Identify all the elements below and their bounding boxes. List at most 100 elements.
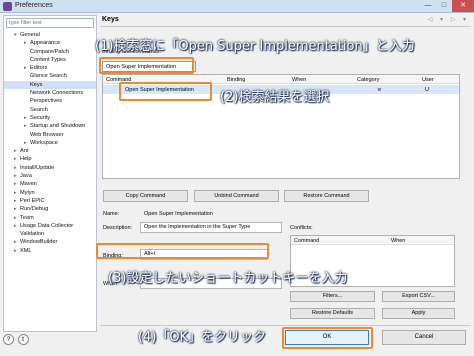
export-csv-button[interactable]: Export CSV... <box>382 291 455 302</box>
history-nav-icons[interactable]: ◁ ▾ ▷ ▾ <box>428 16 469 23</box>
sidebar-item-label: Workspace <box>30 139 58 146</box>
sidebar-item-label: Java <box>20 173 32 180</box>
sidebar-item-security[interactable]: ▸ Security <box>4 114 96 122</box>
annotation-box-binding <box>96 243 269 259</box>
window-titlebar: Preferences — □ ✕ <box>0 0 474 13</box>
column-header-user[interactable]: User <box>422 77 434 83</box>
sidebar-item-install-update[interactable]: ▸ Install/Update <box>4 164 96 172</box>
restore-defaults-button[interactable]: Restore Defaults <box>290 308 375 319</box>
help-icon[interactable]: ? <box>3 334 14 345</box>
sidebar-item-label: Ant <box>20 148 29 155</box>
copy-command-button[interactable]: Copy Command <box>103 190 188 202</box>
annotation-box-result <box>119 82 212 101</box>
sidebar-item-editors[interactable]: ▸ Editors <box>4 64 96 72</box>
window-title: Preferences <box>15 2 53 9</box>
sidebar-item-label: WindowBuilder <box>20 239 58 246</box>
name-value: Open Super Implementation <box>144 211 213 217</box>
row-user: U <box>425 86 429 93</box>
sidebar-item-web-browser[interactable]: Web Browser <box>4 131 96 139</box>
sidebar-item-label: Maven <box>20 181 37 188</box>
sidebar-item-help[interactable]: ▸ Help <box>4 155 96 163</box>
sidebar-item-label: Perl EPIC <box>20 197 45 204</box>
sidebar-item-ant[interactable]: ▸ Ant <box>4 147 96 155</box>
filter-input[interactable] <box>6 18 94 28</box>
column-header-when[interactable]: When <box>292 77 306 83</box>
sidebar-item-label: Usage Data Collector <box>20 222 74 229</box>
conflicts-label: Conflicts: <box>290 225 313 231</box>
sidebar-item-windowbuilder[interactable]: ▸ WindowBuilder <box>4 238 96 246</box>
sidebar-item-label: Glance Search <box>30 73 68 80</box>
sidebar-item-content-types[interactable]: Content Types <box>4 56 96 64</box>
sidebar-item-workspace[interactable]: ▸ Workspace <box>4 139 96 147</box>
sidebar-item-startup-and-shutdown[interactable]: ▸ Startup and Shutdown <box>4 122 96 130</box>
sidebar-item-label: Startup and Shutdown <box>30 123 86 130</box>
sidebar-item-label: Validation <box>20 231 45 238</box>
sidebar-item-label: Appearance <box>30 40 61 47</box>
sidebar-item-network-connections[interactable]: Network Connections <box>4 89 96 97</box>
name-label: Name: <box>103 211 120 217</box>
column-header-binding[interactable]: Binding <box>227 77 245 83</box>
sidebar-item-label: Team <box>20 214 34 221</box>
description-label: Description: <box>103 225 133 231</box>
sidebar-item-label: Perspectives <box>30 98 63 105</box>
sidebar-item-label: Compare/Patch <box>30 48 69 55</box>
maximize-button[interactable]: □ <box>436 0 452 12</box>
column-header-category[interactable]: Category <box>357 77 379 83</box>
annotation-step4: (4)「OK」をクリック <box>138 330 267 345</box>
sidebar-item-label: General <box>20 32 40 38</box>
sidebar-item-search[interactable]: Search <box>4 106 96 114</box>
sidebar-item-java[interactable]: ▸ Java <box>4 172 96 180</box>
sidebar-item-mylyn[interactable]: ▸ Mylyn <box>4 189 96 197</box>
description-value: Open the Implementation in the Super Typ… <box>140 222 282 233</box>
conflicts-column-command[interactable]: Command <box>294 238 319 244</box>
sidebar-item-label: Keys <box>30 81 43 88</box>
preferences-sidebar: ▾General▸AppearanceCompare/PatchContent … <box>3 15 97 332</box>
sidebar-item-label: Help <box>20 156 32 163</box>
annotation-step3: (3)設定したいショートカットキーを入力 <box>108 271 348 286</box>
sidebar-item-label: XML <box>20 247 32 254</box>
import-icon[interactable]: ⇪ <box>17 334 29 345</box>
conflicts-header: Command When <box>291 236 454 245</box>
sidebar-item-general[interactable]: ▾ General <box>4 31 96 39</box>
sidebar-item-perspectives[interactable]: Perspectives <box>4 97 96 105</box>
sidebar-item-perl-epic[interactable]: ▸ Perl EPIC <box>4 197 96 205</box>
row-category: e <box>378 86 382 93</box>
sidebar-item-label: Web Browser <box>30 131 64 138</box>
sidebar-item-xml[interactable]: ▸ XML <box>4 247 96 255</box>
sidebar-item-label: Run/Debug <box>20 206 49 213</box>
sidebar-item-appearance[interactable]: ▸ Appearance <box>4 39 96 47</box>
sidebar-item-label: Security <box>30 114 51 121</box>
sidebar-item-compare-patch[interactable]: Compare/Patch <box>4 48 96 56</box>
sidebar-item-team[interactable]: ▸ Team <box>4 214 96 222</box>
sidebar-item-label: Install/Update <box>20 164 55 171</box>
close-button[interactable]: ✕ <box>452 0 474 12</box>
sidebar-item-glance-search[interactable]: Glance Search <box>4 72 96 80</box>
window-controls: — □ ✕ <box>420 0 474 13</box>
annotation-box-ok <box>282 327 373 349</box>
sidebar-item-label: Content Types <box>30 56 66 63</box>
restore-command-button[interactable]: Restore Command <box>284 190 369 202</box>
sidebar-item-label: Search <box>30 106 48 113</box>
apply-button[interactable]: Apply <box>382 308 455 319</box>
sidebar-item-keys[interactable]: Keys <box>4 80 96 90</box>
divider <box>100 26 471 27</box>
sidebar-item-label: Mylyn <box>20 189 35 196</box>
sidebar-item-label: Editors <box>30 65 48 72</box>
sidebar-item-label: Network Connections <box>30 90 84 97</box>
annotation-box-search <box>99 57 194 74</box>
preferences-tree: ▾ General ▸ Appearance Compare/Patch Content … <box>4 31 96 255</box>
page-title: Keys <box>102 16 119 23</box>
conflicts-column-when[interactable]: When <box>391 238 405 244</box>
cancel-button[interactable]: Cancel <box>382 330 466 345</box>
sidebar-item-run-debug[interactable]: ▸ Run/Debug <box>4 205 96 213</box>
annotation-step2: (2)検索結果を選択 <box>220 90 330 105</box>
filters-button[interactable]: Filters... <box>290 291 375 302</box>
annotation-step1: (1)検索窓に「Open Super Implementation」と入力 <box>95 39 415 54</box>
minimize-button[interactable]: — <box>420 0 436 12</box>
sidebar-item-maven[interactable]: ▸ Maven <box>4 180 96 188</box>
app-icon <box>3 2 12 11</box>
sidebar-item-validation[interactable]: Validation <box>4 230 96 238</box>
sidebar-item-usage-data-collector[interactable]: ▸ Usage Data Collector <box>4 222 96 230</box>
sidebar-bottom-bar: ? ⇪ <box>3 334 33 348</box>
unbind-command-button[interactable]: Unbind Command <box>194 190 279 202</box>
